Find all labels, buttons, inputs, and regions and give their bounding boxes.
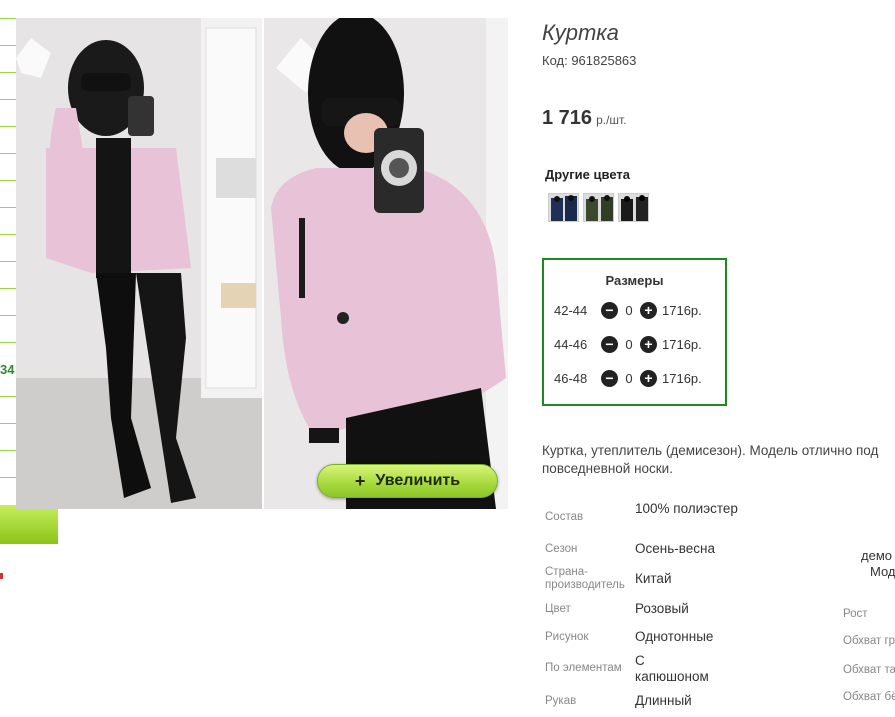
prop-value: Однотонные	[635, 629, 714, 644]
size-price: 1716р.	[662, 370, 702, 386]
size-row: 46-48 − 0 + 1716р.	[554, 368, 702, 388]
prop-value: Розовый	[635, 601, 689, 616]
plus-icon: +	[354, 470, 366, 491]
prop-key: Страна-производитель	[545, 566, 625, 591]
product-title: Куртка	[542, 20, 619, 45]
prop-key: По элементам	[545, 662, 622, 674]
zoom-button-label: Увеличить	[375, 472, 461, 489]
minus-icon[interactable]: −	[601, 301, 618, 319]
product-photo[interactable]: + Увеличить	[16, 18, 508, 509]
product-price: 1 716 р./шт.	[542, 107, 627, 130]
prop-value: 100% полиэстер	[635, 501, 738, 516]
size-qty[interactable]: 0	[618, 337, 640, 352]
size-label: 44-46	[554, 336, 588, 352]
right-prop-key: Обхват та	[843, 664, 895, 676]
color-swatch-black[interactable]	[618, 193, 649, 222]
size-row: 44-46 − 0 + 1716р.	[554, 334, 702, 354]
size-qty[interactable]: 0	[618, 371, 640, 386]
prop-key: Цвет	[545, 603, 571, 615]
prop-key: Рукав	[545, 695, 577, 707]
plus-icon[interactable]: +	[640, 369, 657, 387]
size-row: 42-44 − 0 + 1716р.	[554, 300, 702, 320]
right-partial-text: Мод	[870, 564, 895, 579]
other-colors-title: Другие цвета	[545, 167, 630, 182]
sizes-title: Размеры	[605, 273, 664, 288]
size-label: 42-44	[554, 302, 588, 318]
minus-icon[interactable]: −	[601, 369, 618, 387]
plus-icon[interactable]: +	[640, 335, 657, 353]
prop-value: Осень-весна	[635, 541, 715, 556]
minus-icon[interactable]: −	[601, 335, 618, 353]
zoom-button[interactable]: + Увеличить	[317, 464, 498, 498]
sidebar-green-button[interactable]	[0, 505, 58, 544]
size-label: 46-48	[554, 370, 588, 386]
prop-key: Сезон	[545, 543, 578, 555]
prop-value: С капюшоном	[635, 653, 709, 684]
right-partial-text: демо	[861, 548, 892, 563]
product-photo-illustration	[16, 18, 508, 509]
price-value: 1 716	[542, 107, 593, 129]
right-prop-key: Обхват гр	[843, 635, 895, 647]
sidebar-number: 34	[0, 362, 15, 377]
prop-key: Рисунок	[545, 631, 589, 643]
description-line: Куртка, утеплитель (демисезон). Модель о…	[542, 443, 879, 458]
description-line: повседневной носки.	[542, 461, 673, 476]
sidebar-red-mark	[0, 573, 3, 579]
prop-value: Китай	[635, 571, 672, 586]
left-sidebar-edge	[0, 0, 16, 510]
prop-key: Состав	[545, 511, 584, 523]
right-prop-key: Обхват бё	[843, 691, 895, 703]
sizes-box: Размеры 42-44 − 0 + 1716р. 44-46 − 0 + 1…	[542, 258, 727, 406]
size-price: 1716р.	[662, 302, 702, 318]
color-swatches	[548, 193, 649, 222]
prop-value: Длинный	[635, 693, 692, 708]
price-unit: р./шт.	[596, 113, 627, 127]
size-qty[interactable]: 0	[618, 303, 640, 318]
product-description: Куртка, утеплитель (демисезон). Модель о…	[542, 442, 895, 478]
color-swatch-green[interactable]	[583, 193, 614, 222]
product-code: Код: 961825863	[542, 53, 637, 68]
right-prop-key: Рост	[843, 608, 868, 620]
color-swatch-blue[interactable]	[548, 193, 579, 222]
size-price: 1716р.	[662, 336, 702, 352]
plus-icon[interactable]: +	[640, 301, 657, 319]
